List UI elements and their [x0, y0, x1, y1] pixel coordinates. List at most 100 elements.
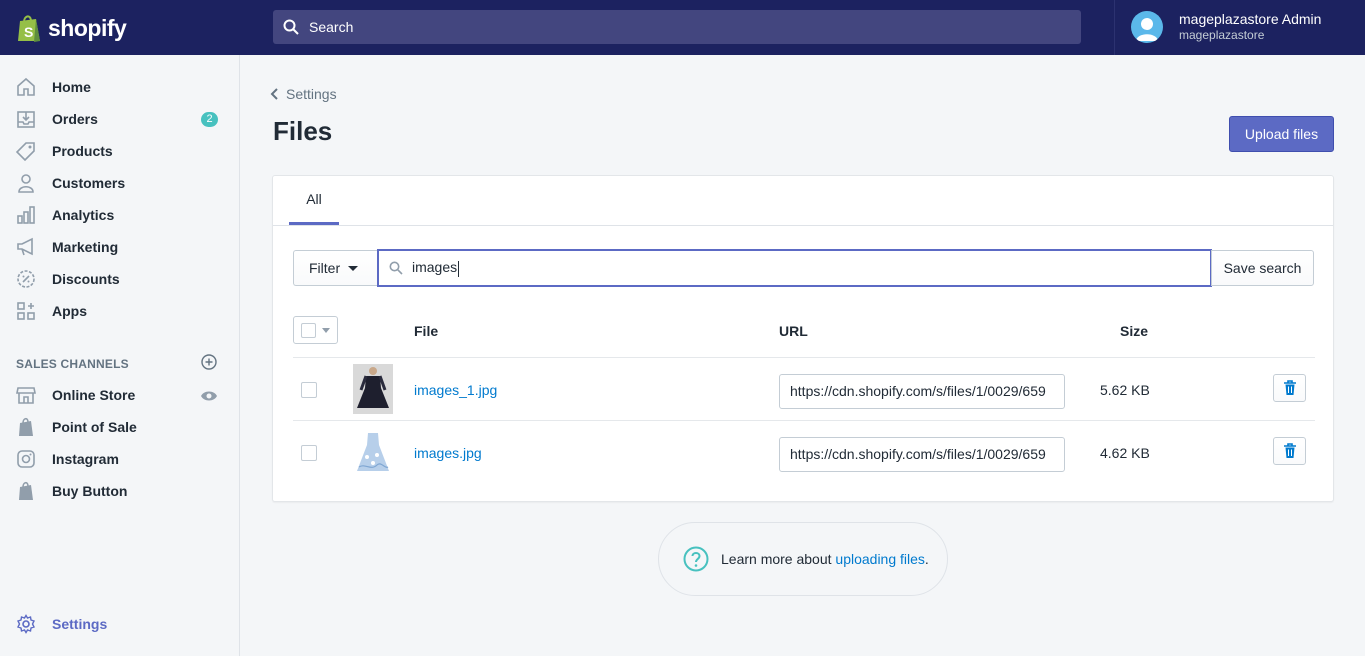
sidebar-item-label: Point of Sale — [52, 419, 137, 435]
file-url-field[interactable]: https://cdn.shopify.com/s/files/1/0029/6… — [779, 437, 1065, 472]
sidebar-item-label: Orders — [52, 111, 98, 127]
sidebar-item-label: Discounts — [52, 271, 120, 287]
search-value: images — [412, 259, 458, 276]
help-prefix: Learn more about — [721, 551, 836, 567]
table-row: images_1.jpg https://cdn.shopify.com/s/f… — [273, 358, 1333, 421]
bar-chart-icon — [17, 206, 35, 224]
column-header-url: URL — [779, 323, 808, 339]
orders-icon — [17, 111, 35, 128]
file-search-input[interactable]: images — [377, 249, 1212, 287]
sidebar-item-point-of-sale[interactable]: Point of Sale — [0, 411, 239, 443]
sidebar-item-buy-button[interactable]: Buy Button — [0, 475, 239, 507]
global-search[interactable]: Search — [273, 10, 1081, 44]
orders-badge: 2 — [201, 112, 218, 127]
sidebar-item-label: Marketing — [52, 239, 119, 255]
eye-icon[interactable] — [200, 390, 218, 402]
file-size: 5.62 KB — [1100, 382, 1150, 398]
file-thumbnail[interactable] — [353, 427, 393, 477]
question-circle-icon — [683, 546, 709, 572]
store-icon — [16, 387, 36, 404]
sidebar-item-online-store[interactable]: Online Store — [0, 379, 239, 411]
column-header-size: Size — [1120, 323, 1149, 339]
sidebar-item-label: Buy Button — [52, 483, 128, 499]
trash-icon — [1283, 443, 1296, 458]
sidebar: Home Orders 2 Products Customers Analyti… — [0, 55, 240, 656]
files-card: All Filter images Save search File URL S… — [272, 175, 1334, 502]
sidebar-item-apps[interactable]: Apps — [0, 295, 239, 327]
shopping-bag-icon — [19, 417, 33, 436]
megaphone-icon — [17, 237, 33, 256]
checkbox — [301, 323, 316, 338]
filter-button[interactable]: Filter — [293, 250, 378, 286]
sidebar-item-label: Settings — [52, 616, 108, 632]
help-text: Learn more about uploading files. — [721, 551, 929, 567]
discount-icon — [17, 270, 35, 288]
gear-icon — [17, 614, 35, 634]
search-icon — [389, 261, 403, 275]
file-size: 4.62 KB — [1100, 445, 1150, 461]
avatar[interactable] — [1131, 11, 1163, 43]
sidebar-item-label: Home — [52, 79, 91, 95]
caret-down-icon — [348, 265, 359, 271]
sales-channels-title: SALES CHANNELS — [16, 357, 129, 371]
user-store: mageplazastore — [1179, 28, 1265, 42]
page-title: Files — [273, 116, 333, 146]
sidebar-item-label: Apps — [52, 303, 87, 319]
file-url-field[interactable]: https://cdn.shopify.com/s/files/1/0029/6… — [779, 374, 1065, 409]
top-bar: S shopify Search mageplazastore Admin ma… — [0, 0, 1365, 55]
help-suffix: . — [924, 551, 929, 567]
sidebar-item-home[interactable]: Home — [0, 71, 239, 103]
help-link[interactable]: uploading files — [835, 551, 925, 567]
shopify-logo[interactable]: S shopify — [16, 12, 127, 44]
table-row: images.jpg https://cdn.shopify.com/s/fil… — [273, 421, 1333, 484]
filter-label: Filter — [309, 260, 341, 276]
sidebar-item-orders[interactable]: Orders 2 — [0, 103, 239, 135]
delete-file-button[interactable] — [1273, 374, 1306, 402]
tab-all[interactable]: All — [289, 176, 339, 225]
sidebar-item-instagram[interactable]: Instagram — [0, 443, 239, 475]
shopify-bag-icon: S — [18, 15, 40, 42]
divider — [273, 225, 1333, 226]
user-icon — [1136, 18, 1158, 41]
sidebar-item-label: Analytics — [52, 207, 115, 223]
sidebar-item-label: Instagram — [52, 451, 119, 467]
trash-icon — [1283, 380, 1296, 395]
column-header-file: File — [414, 323, 439, 339]
delete-file-button[interactable] — [1273, 437, 1306, 465]
row-checkbox[interactable] — [301, 445, 317, 461]
sidebar-item-marketing[interactable]: Marketing — [0, 231, 239, 263]
home-icon — [17, 77, 35, 96]
sidebar-item-customers[interactable]: Customers — [0, 167, 239, 199]
user-name[interactable]: mageplazastore Admin — [1179, 11, 1321, 27]
divider — [1114, 0, 1115, 55]
logo-text: shopify — [48, 14, 127, 41]
save-search-button[interactable]: Save search — [1211, 250, 1314, 286]
search-icon — [283, 19, 299, 35]
sidebar-item-products[interactable]: Products — [0, 135, 239, 167]
search-placeholder: Search — [309, 19, 354, 35]
breadcrumb-label: Settings — [286, 86, 337, 102]
sidebar-item-label: Customers — [52, 175, 126, 191]
sidebar-item-label: Online Store — [52, 387, 136, 403]
bulk-select-checkbox[interactable] — [293, 316, 338, 344]
help-footer: Learn more about uploading files. — [658, 522, 948, 596]
instagram-icon — [17, 450, 35, 468]
sidebar-item-discounts[interactable]: Discounts — [0, 263, 239, 295]
svg-text:S: S — [24, 24, 33, 40]
upload-files-button[interactable]: Upload files — [1229, 116, 1334, 152]
tag-icon — [16, 142, 35, 161]
text-cursor — [458, 260, 460, 277]
sidebar-item-analytics[interactable]: Analytics — [0, 199, 239, 231]
add-channel-icon[interactable] — [201, 354, 217, 370]
sidebar-item-settings[interactable]: Settings — [0, 608, 239, 640]
file-name-link[interactable]: images.jpg — [414, 445, 482, 461]
person-icon — [18, 174, 34, 193]
row-checkbox[interactable] — [301, 382, 317, 398]
file-thumbnail[interactable] — [353, 364, 393, 414]
sidebar-item-label: Products — [52, 143, 113, 159]
file-name-link[interactable]: images_1.jpg — [414, 382, 497, 398]
apps-icon — [17, 302, 35, 320]
chevron-left-icon — [270, 88, 278, 100]
breadcrumb[interactable]: Settings — [270, 86, 337, 102]
shopping-bag-icon — [19, 481, 33, 500]
